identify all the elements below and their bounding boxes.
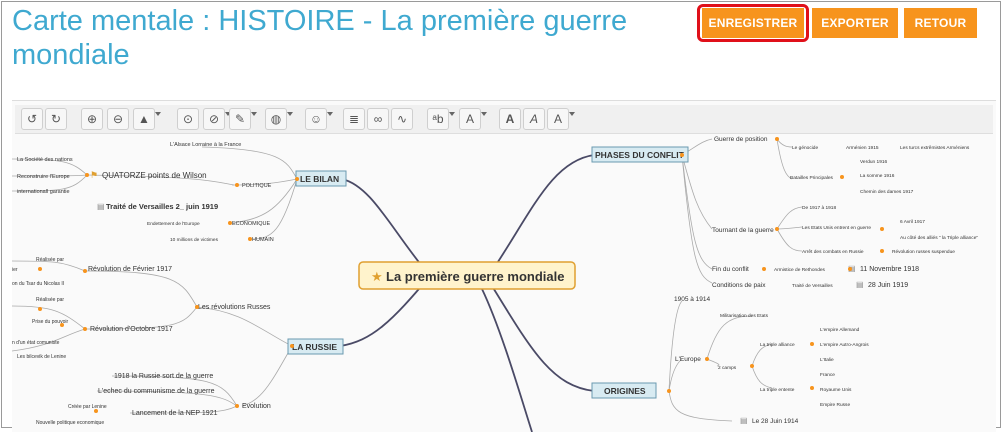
node-reconstruire[interactable]: Reconstruire l'Europe — [17, 174, 70, 180]
note-icon-versailles: ▤ — [97, 202, 105, 211]
node-bolch[interactable]: Les bilcevik de Lenine — [17, 354, 66, 360]
back-button[interactable]: RETOUR — [904, 8, 977, 38]
node-revru[interactable]: Révolution russes suspendue — [892, 249, 955, 255]
node-chemin[interactable]: Chemin des dames 1917 — [860, 189, 914, 195]
mindmap-canvas[interactable]: ↺ ↻ ⊕ ⊖ ▲ ⊙ ⊘ ✎ ◍ ☺ ≣ ∞ ∿ ᵃb A A A A ★ L… — [12, 100, 996, 432]
node-octobre[interactable]: Révolution d'Octobre 1917 — [90, 326, 173, 333]
node-nouvelle[interactable]: Nouvelle politique economique — [36, 420, 104, 426]
note-icon-le28: ▤ — [740, 416, 748, 425]
node-ier[interactable]: ier — [12, 267, 18, 273]
origines-nodes: 1905 à 1914 L'Europe Militarisation des … — [674, 296, 869, 425]
node-alliance[interactable]: La triple alliance — [760, 342, 795, 348]
node-economique[interactable]: ECONOMIQUE — [232, 221, 271, 227]
node-fin[interactable]: Fin du conflit — [712, 266, 749, 273]
node-periode[interactable]: 1905 à 1914 — [674, 296, 711, 303]
central-topic[interactable]: ★ La première guerre mondiale — [358, 261, 576, 290]
branch-bilan-label: LE BILAN — [300, 174, 339, 184]
node-allemand[interactable]: L'empire Allemand — [820, 327, 860, 333]
bilan-nodes: L'Alsace Lorraine à la France POLITIQUE … — [17, 142, 274, 243]
russie-nodes: Les révolutions Russes Révolution de Fév… — [12, 257, 271, 426]
mindmap-svg: ★ La première guerre mondiale LE BILAN L… — [12, 136, 978, 432]
node-alsace[interactable]: L'Alsace Lorraine à la France — [170, 142, 241, 148]
node-quatorze[interactable]: QUATORZE points de Wilson — [102, 171, 207, 180]
node-batailles[interactable]: Batailles Principales — [790, 175, 834, 181]
branch-origines[interactable]: ORIGINES — [591, 382, 657, 399]
branch-russie-label: LA RUSSIE — [292, 342, 337, 352]
star-icon: ★ — [371, 269, 383, 284]
node-royaume[interactable]: Royaume Unis — [820, 387, 852, 393]
node-france[interactable]: France — [820, 372, 835, 378]
node-de1917[interactable]: De 1917 à 1918 — [802, 205, 836, 211]
node-genocide[interactable]: Le génocide — [792, 145, 818, 151]
node-echec[interactable]: L'echec du communisme de la guerre — [98, 388, 215, 395]
node-entente[interactable]: La triple entente — [760, 387, 795, 393]
node-somme[interactable]: La somme 1916 — [860, 173, 895, 179]
node-politique[interactable]: POLITIQUE — [242, 183, 272, 189]
branch-origines-label: ORIGINES — [604, 386, 646, 396]
node-arret[interactable]: Arrêt des combats en Russie — [802, 249, 864, 255]
node-etat[interactable]: n d'un état comuniste — [12, 340, 60, 346]
export-button[interactable]: EXPORTER — [812, 8, 898, 38]
node-verdun[interactable]: Verdun 1916 — [860, 159, 888, 165]
central-topic-label: La première guerre mondiale — [386, 269, 564, 284]
node-austro[interactable]: L'empire Autro-Angrois — [820, 342, 869, 348]
node-tournant[interactable]: Tournant de la guerre — [712, 227, 774, 234]
node-tsar[interactable]: on du Tsar du Nicolas II — [12, 281, 64, 287]
node-guerre-position[interactable]: Guerre de position — [714, 136, 768, 143]
node-revolutions[interactable]: Les révolutions Russes — [198, 304, 271, 311]
branch-phases[interactable]: PHASES DU CONFLIT — [591, 146, 689, 163]
node-versailles[interactable]: Traité de Versailles 2_ juin 1919 — [106, 202, 218, 211]
node-usa[interactable]: Les Etats Unis entrent en guerre — [802, 225, 871, 231]
flag-icon: ⚑ — [90, 170, 98, 180]
node-realise1[interactable]: Réalisée par — [36, 257, 64, 263]
node-humain[interactable]: HUMAIN — [252, 237, 274, 243]
node-nep[interactable]: Lancement de la NEP 1921 — [132, 410, 218, 417]
branch-bilan[interactable]: LE BILAN — [295, 170, 347, 187]
node-camps[interactable]: 2 camps — [718, 365, 737, 371]
node-cote[interactable]: Au côté des alliés " la Triple alliance" — [900, 235, 978, 241]
branch-phases-label: PHASES DU CONFLIT — [595, 150, 685, 160]
node-turcs[interactable]: Les turcs extrêmistes Arméniens — [900, 145, 970, 151]
node-endettement[interactable]: Endettement de l'Europe — [147, 221, 200, 227]
node-sdn[interactable]: La Société des nations — [17, 157, 73, 163]
node-fevrier[interactable]: Révolution de Février 1917 — [88, 266, 172, 273]
node-evolution[interactable]: Evolution — [242, 403, 271, 410]
note-icon-juin: ▤ — [856, 280, 864, 289]
node-creee[interactable]: Créée par Lenine — [68, 404, 107, 410]
page-title: Carte mentale : HISTOIRE - La première g… — [12, 5, 628, 71]
node-traite[interactable]: Traité de Versailles — [792, 283, 833, 289]
node-avril[interactable]: 6 Avril 1917 — [900, 219, 925, 225]
node-europe[interactable]: L'Europe — [675, 356, 701, 363]
save-button[interactable]: ENREGISTRER — [702, 8, 804, 38]
node-sort[interactable]: 1918 la Russie sort de la guerre — [114, 373, 213, 380]
main-connectors — [339, 154, 595, 432]
node-le28[interactable]: Le 28 Juin 1914 — [752, 418, 799, 425]
branch-russie[interactable]: LA RUSSIE — [287, 338, 344, 355]
node-realise2[interactable]: Réalisée par — [36, 297, 64, 303]
node-nov[interactable]: 11 Novembre 1918 — [860, 266, 919, 273]
node-juin[interactable]: 28 Juin 1919 — [868, 282, 908, 289]
node-armenien[interactable]: Arménien 1915 — [846, 145, 879, 151]
node-italie[interactable]: L'Italie — [820, 357, 834, 363]
phases-nodes: Guerre de position Le génocide Arménien … — [712, 136, 978, 289]
node-inter[interactable]: internationall garantie — [17, 189, 70, 195]
node-conditions[interactable]: Conditions de paix — [712, 282, 766, 289]
node-militarisation[interactable]: Militarisation des Etats — [720, 313, 769, 319]
node-victimes[interactable]: 10 millions de victimes — [170, 237, 219, 243]
node-armistice[interactable]: Armistice de Rethondes — [774, 267, 826, 273]
node-russe[interactable]: Empire Russe — [820, 402, 850, 408]
